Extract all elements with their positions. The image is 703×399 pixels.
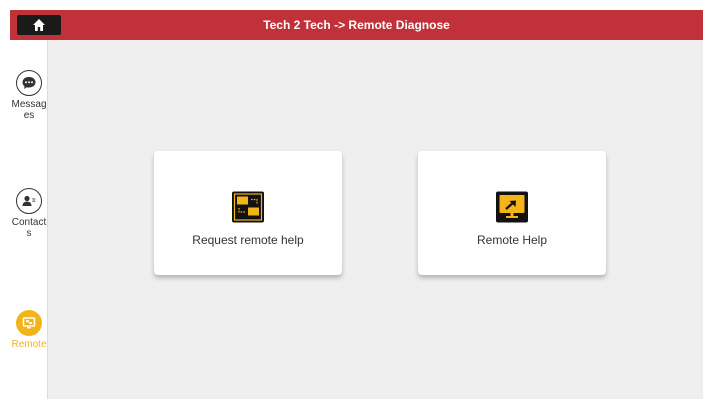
sidebar-item-label: Contacts	[11, 217, 47, 239]
sidebar-item-contacts[interactable]: Contacts	[10, 188, 48, 239]
contact-card-icon	[16, 188, 42, 214]
sidebar-item-label: Messages	[11, 99, 47, 121]
home-icon	[33, 19, 45, 31]
header-bar: Tech 2 Tech -> Remote Diagnose	[10, 10, 703, 40]
chat-bubble-icon	[16, 70, 42, 96]
remote-screen-icon	[16, 310, 42, 336]
page-title: Tech 2 Tech -> Remote Diagnose	[263, 18, 450, 32]
remote-monitor-icon	[496, 191, 528, 223]
remote-help-card[interactable]: Remote Help	[418, 151, 606, 275]
card-label: Remote Help	[476, 233, 548, 247]
home-button[interactable]	[17, 15, 61, 35]
request-remote-help-card[interactable]: Request remote help	[154, 151, 342, 275]
main-content: Request remote help Remote Help	[48, 40, 703, 399]
sidebar-item-label: Remote	[11, 339, 47, 350]
app-frame: Tech 2 Tech -> Remote Diagnose Messages	[0, 0, 703, 399]
sidebar-item-messages[interactable]: Messages	[10, 70, 48, 121]
sidebar-item-remote[interactable]: Remote	[10, 310, 48, 350]
sidebar: Messages Contacts Remote	[10, 40, 48, 399]
card-label: Request remote help	[192, 233, 304, 247]
request-remote-icon	[232, 191, 264, 223]
